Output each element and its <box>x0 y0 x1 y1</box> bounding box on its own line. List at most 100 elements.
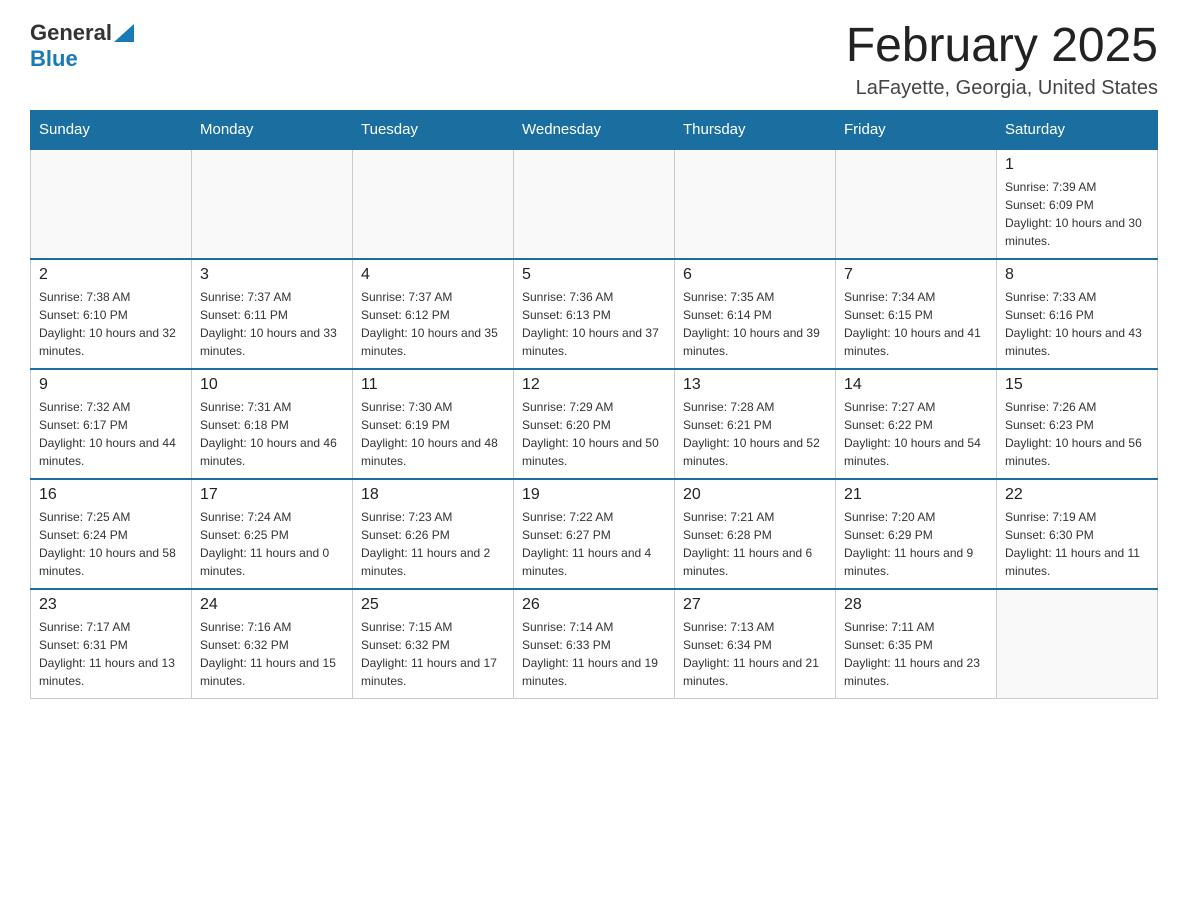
calendar-cell: 5Sunrise: 7:36 AMSunset: 6:13 PMDaylight… <box>514 259 675 369</box>
week-row-5: 23 Sunrise: 7:17 AMSunset: 6:31 PMDayligh… <box>31 589 1158 699</box>
calendar-cell: 21 Sunrise: 7:20 AMSunset: 6:29 PMDayligh… <box>836 479 997 589</box>
day-number: 24 <box>200 596 344 614</box>
day-info: Sunrise: 7:25 AMSunset: 6:24 PMDaylight:… <box>39 508 183 580</box>
calendar-cell <box>31 149 192 259</box>
calendar-cell: 15 Sunrise: 7:26 AMSunset: 6:23 PMDayligh… <box>997 369 1158 479</box>
calendar-cell: 1 Sunrise: 7:39 AMSunset: 6:09 PMDaylight… <box>997 149 1158 259</box>
day-info: Sunrise: 7:31 AMSunset: 6:18 PMDaylight:… <box>200 398 344 470</box>
day-number: 1 <box>1005 156 1149 174</box>
calendar-cell: 14 Sunrise: 7:27 AMSunset: 6:22 PMDayligh… <box>836 369 997 479</box>
day-number: 2 <box>39 266 183 284</box>
col-wednesday: Wednesday <box>514 110 675 149</box>
calendar-cell <box>836 149 997 259</box>
col-monday: Monday <box>192 110 353 149</box>
calendar-cell <box>997 589 1158 699</box>
day-info: Sunrise: 7:22 AMSunset: 6:27 PMDaylight:… <box>522 508 666 580</box>
day-number: 11 <box>361 376 505 394</box>
days-of-week-row: Sunday Monday Tuesday Wednesday Thursday… <box>31 110 1158 149</box>
day-info: Sunrise: 7:19 AMSunset: 6:30 PMDaylight:… <box>1005 508 1149 580</box>
calendar-cell: 17Sunrise: 7:24 AMSunset: 6:25 PMDayligh… <box>192 479 353 589</box>
calendar-cell: 4 Sunrise: 7:37 AMSunset: 6:12 PMDaylight… <box>353 259 514 369</box>
day-number: 23 <box>39 596 183 614</box>
day-number: 12 <box>522 376 666 394</box>
day-info: Sunrise: 7:29 AMSunset: 6:20 PMDaylight:… <box>522 398 666 470</box>
day-info: Sunrise: 7:28 AMSunset: 6:21 PMDaylight:… <box>683 398 827 470</box>
calendar-cell: 8 Sunrise: 7:33 AMSunset: 6:16 PMDaylight… <box>997 259 1158 369</box>
day-info: Sunrise: 7:17 AMSunset: 6:31 PMDaylight:… <box>39 618 183 690</box>
calendar-cell: 24 Sunrise: 7:16 AMSunset: 6:32 PMDayligh… <box>192 589 353 699</box>
day-info: Sunrise: 7:38 AMSunset: 6:10 PMDaylight:… <box>39 288 183 360</box>
week-row-2: 2 Sunrise: 7:38 AMSunset: 6:10 PMDaylight… <box>31 259 1158 369</box>
col-thursday: Thursday <box>675 110 836 149</box>
day-info: Sunrise: 7:32 AMSunset: 6:17 PMDaylight:… <box>39 398 183 470</box>
day-number: 21 <box>844 486 988 504</box>
calendar-cell: 27 Sunrise: 7:13 AMSunset: 6:34 PMDayligh… <box>675 589 836 699</box>
day-info: Sunrise: 7:11 AMSunset: 6:35 PMDaylight:… <box>844 618 988 690</box>
day-number: 20 <box>683 486 827 504</box>
col-friday: Friday <box>836 110 997 149</box>
calendar-cell: 18Sunrise: 7:23 AMSunset: 6:26 PMDayligh… <box>353 479 514 589</box>
day-info: Sunrise: 7:26 AMSunset: 6:23 PMDaylight:… <box>1005 398 1149 470</box>
page-header: General Blue February 2025 LaFayette, Ge… <box>30 20 1158 100</box>
day-number: 27 <box>683 596 827 614</box>
calendar-cell: 9 Sunrise: 7:32 AMSunset: 6:17 PMDaylight… <box>31 369 192 479</box>
day-info: Sunrise: 7:30 AMSunset: 6:19 PMDaylight:… <box>361 398 505 470</box>
day-number: 19 <box>522 486 666 504</box>
col-saturday: Saturday <box>997 110 1158 149</box>
day-info: Sunrise: 7:20 AMSunset: 6:29 PMDaylight:… <box>844 508 988 580</box>
day-number: 7 <box>844 266 988 284</box>
calendar-cell: 16 Sunrise: 7:25 AMSunset: 6:24 PMDayligh… <box>31 479 192 589</box>
calendar-cell: 20Sunrise: 7:21 AMSunset: 6:28 PMDayligh… <box>675 479 836 589</box>
calendar-cell: 10Sunrise: 7:31 AMSunset: 6:18 PMDayligh… <box>192 369 353 479</box>
day-number: 16 <box>39 486 183 504</box>
day-number: 8 <box>1005 266 1149 284</box>
week-row-4: 16 Sunrise: 7:25 AMSunset: 6:24 PMDayligh… <box>31 479 1158 589</box>
calendar-cell <box>192 149 353 259</box>
calendar-cell <box>514 149 675 259</box>
day-info: Sunrise: 7:16 AMSunset: 6:32 PMDaylight:… <box>200 618 344 690</box>
day-number: 9 <box>39 376 183 394</box>
calendar-cell: 3Sunrise: 7:37 AMSunset: 6:11 PMDaylight… <box>192 259 353 369</box>
calendar-cell: 23 Sunrise: 7:17 AMSunset: 6:31 PMDayligh… <box>31 589 192 699</box>
title-area: February 2025 LaFayette, Georgia, United… <box>846 20 1158 100</box>
day-info: Sunrise: 7:35 AMSunset: 6:14 PMDaylight:… <box>683 288 827 360</box>
day-number: 18 <box>361 486 505 504</box>
day-info: Sunrise: 7:33 AMSunset: 6:16 PMDaylight:… <box>1005 288 1149 360</box>
day-number: 6 <box>683 266 827 284</box>
day-info: Sunrise: 7:14 AMSunset: 6:33 PMDaylight:… <box>522 618 666 690</box>
col-tuesday: Tuesday <box>353 110 514 149</box>
day-number: 22 <box>1005 486 1149 504</box>
calendar-cell: 28 Sunrise: 7:11 AMSunset: 6:35 PMDayligh… <box>836 589 997 699</box>
day-info: Sunrise: 7:13 AMSunset: 6:34 PMDaylight:… <box>683 618 827 690</box>
logo-general-text: General <box>30 20 112 46</box>
day-info: Sunrise: 7:39 AMSunset: 6:09 PMDaylight:… <box>1005 178 1149 250</box>
day-info: Sunrise: 7:27 AMSunset: 6:22 PMDaylight:… <box>844 398 988 470</box>
day-info: Sunrise: 7:34 AMSunset: 6:15 PMDaylight:… <box>844 288 988 360</box>
day-info: Sunrise: 7:37 AMSunset: 6:12 PMDaylight:… <box>361 288 505 360</box>
calendar-cell: 19 Sunrise: 7:22 AMSunset: 6:27 PMDayligh… <box>514 479 675 589</box>
day-number: 15 <box>1005 376 1149 394</box>
day-number: 13 <box>683 376 827 394</box>
logo-triangle-icon <box>114 24 134 42</box>
calendar-table: Sunday Monday Tuesday Wednesday Thursday… <box>30 110 1158 700</box>
calendar-cell: 11 Sunrise: 7:30 AMSunset: 6:19 PMDayligh… <box>353 369 514 479</box>
day-number: 14 <box>844 376 988 394</box>
calendar-cell: 6 Sunrise: 7:35 AMSunset: 6:14 PMDaylight… <box>675 259 836 369</box>
logo-blue-text: Blue <box>30 46 78 71</box>
day-info: Sunrise: 7:36 AMSunset: 6:13 PMDaylight:… <box>522 288 666 360</box>
calendar-cell: 12 Sunrise: 7:29 AMSunset: 6:20 PMDayligh… <box>514 369 675 479</box>
calendar-cell: 25 Sunrise: 7:15 AMSunset: 6:32 PMDayligh… <box>353 589 514 699</box>
day-info: Sunrise: 7:15 AMSunset: 6:32 PMDaylight:… <box>361 618 505 690</box>
day-number: 25 <box>361 596 505 614</box>
col-sunday: Sunday <box>31 110 192 149</box>
week-row-3: 9 Sunrise: 7:32 AMSunset: 6:17 PMDaylight… <box>31 369 1158 479</box>
day-number: 26 <box>522 596 666 614</box>
day-number: 28 <box>844 596 988 614</box>
month-title: February 2025 <box>846 20 1158 73</box>
day-number: 4 <box>361 266 505 284</box>
calendar-cell: 26 Sunrise: 7:14 AMSunset: 6:33 PMDayligh… <box>514 589 675 699</box>
calendar-cell: 13 Sunrise: 7:28 AMSunset: 6:21 PMDayligh… <box>675 369 836 479</box>
day-number: 17 <box>200 486 344 504</box>
logo: General Blue <box>30 20 134 72</box>
location-subtitle: LaFayette, Georgia, United States <box>846 77 1158 100</box>
